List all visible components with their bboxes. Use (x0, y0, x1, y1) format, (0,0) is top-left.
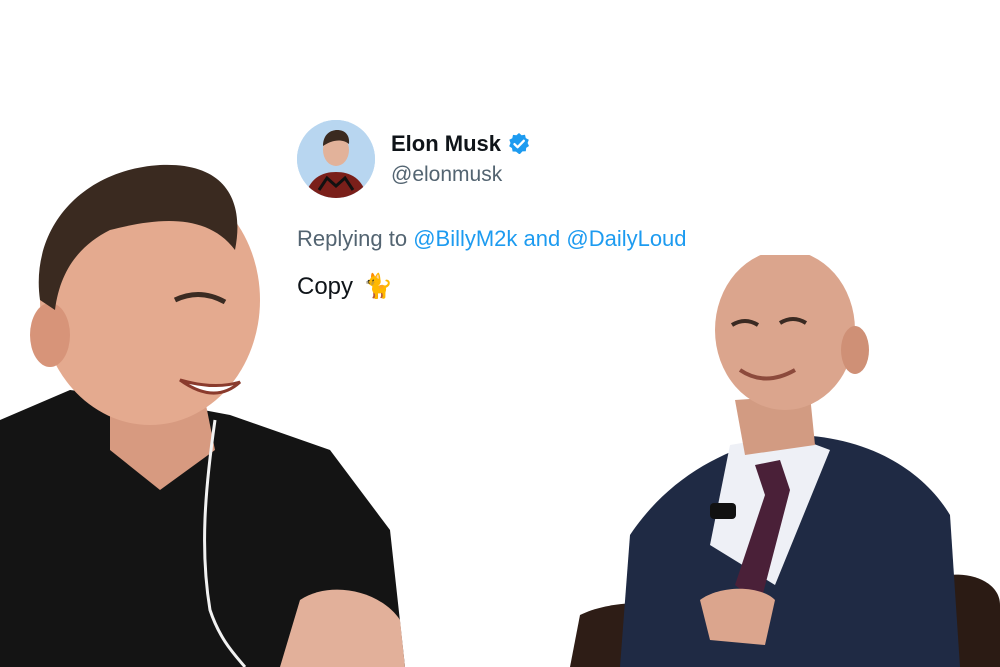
tweet-body: Copy (297, 272, 354, 300)
reply-and: and (517, 226, 567, 251)
avatar[interactable] (297, 120, 375, 198)
tweet-text: Copy 🐈 (297, 272, 817, 301)
verified-badge-icon (507, 132, 531, 156)
cat-icon: 🐈 (363, 273, 393, 300)
mention-link-dailyloud[interactable]: @DailyLoud (566, 226, 686, 251)
reply-prefix: Replying to (297, 226, 414, 251)
tweet-card: Elon Musk @elonmusk Replying to @BillyM2… (297, 120, 817, 301)
reply-context: Replying to @BillyM2k and @DailyLoud (297, 226, 817, 252)
right-person-photo (560, 255, 1000, 667)
user-handle[interactable]: @elonmusk (391, 163, 531, 187)
author-info: Elon Musk @elonmusk (391, 131, 531, 187)
mention-link-billym2k[interactable]: @BillyM2k (413, 226, 517, 251)
display-name[interactable]: Elon Musk (391, 131, 501, 157)
name-row: Elon Musk (391, 131, 531, 157)
tweet-header: Elon Musk @elonmusk (297, 120, 817, 198)
